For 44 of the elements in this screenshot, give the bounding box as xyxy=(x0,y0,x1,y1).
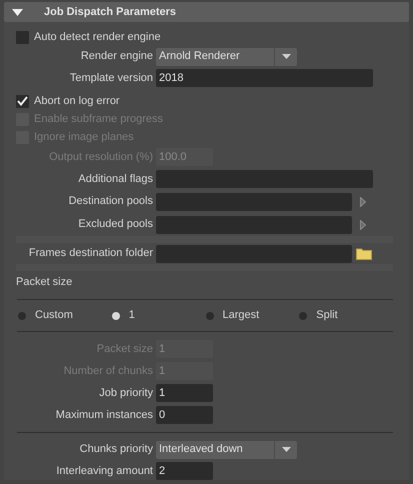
field-label: Frames destination folder xyxy=(28,246,153,262)
dropdown[interactable]: Interleaved down xyxy=(156,440,297,458)
field-label: Excluded pools xyxy=(78,217,153,232)
field-label: Maximum instances xyxy=(56,408,153,423)
checkbox[interactable] xyxy=(16,30,29,44)
radio-button[interactable] xyxy=(112,312,120,320)
field-label: Job priority xyxy=(99,386,153,401)
expand-arrow-icon[interactable] xyxy=(360,196,366,206)
field-label: Template version xyxy=(70,70,153,86)
radio-option[interactable]: Largest xyxy=(206,307,300,324)
input-field: 100.0 xyxy=(156,148,213,166)
radio-button[interactable] xyxy=(299,312,308,320)
expand-arrow-icon[interactable] xyxy=(360,220,366,230)
input-field[interactable] xyxy=(156,216,352,234)
checkbox-label: Abort on log error xyxy=(34,94,120,109)
collapse-triangle-icon[interactable] xyxy=(12,8,23,16)
input-field: 1 xyxy=(156,362,213,380)
input-field[interactable]: 0 xyxy=(156,406,213,424)
caret-icon[interactable] xyxy=(282,54,290,59)
field-label: Additional flags xyxy=(78,172,153,187)
caret-icon[interactable] xyxy=(282,447,290,452)
radio-option[interactable]: 1 xyxy=(112,307,206,324)
section-title: Job Dispatch Parameters xyxy=(44,4,176,20)
radio-option[interactable]: Split xyxy=(299,307,393,324)
field-label: Interleaving amount xyxy=(56,464,153,479)
input-field[interactable] xyxy=(156,192,352,210)
checkbox-label: Auto detect render engine xyxy=(34,30,161,45)
input-field[interactable] xyxy=(156,170,373,188)
dropdown[interactable]: Arnold Renderer xyxy=(156,48,297,66)
input-field[interactable]: 1 xyxy=(156,384,213,402)
group-heading: Packet size xyxy=(16,274,72,290)
folder-icon[interactable] xyxy=(356,247,372,260)
field-label: Chunks priority xyxy=(80,442,153,458)
field-label: Render engine xyxy=(80,49,153,64)
radio-option[interactable]: Custom xyxy=(18,307,112,324)
input-field[interactable] xyxy=(156,244,352,262)
input-field[interactable]: 2 xyxy=(156,462,213,480)
radio-button[interactable] xyxy=(206,312,214,320)
input-field[interactable]: 2018 xyxy=(156,69,373,87)
section-header[interactable]: Job Dispatch Parameters xyxy=(4,2,409,22)
input-field: 1 xyxy=(156,340,213,358)
radio-button[interactable] xyxy=(18,312,26,320)
field-label: Destination pools xyxy=(68,194,153,210)
checkbox[interactable] xyxy=(16,94,29,108)
